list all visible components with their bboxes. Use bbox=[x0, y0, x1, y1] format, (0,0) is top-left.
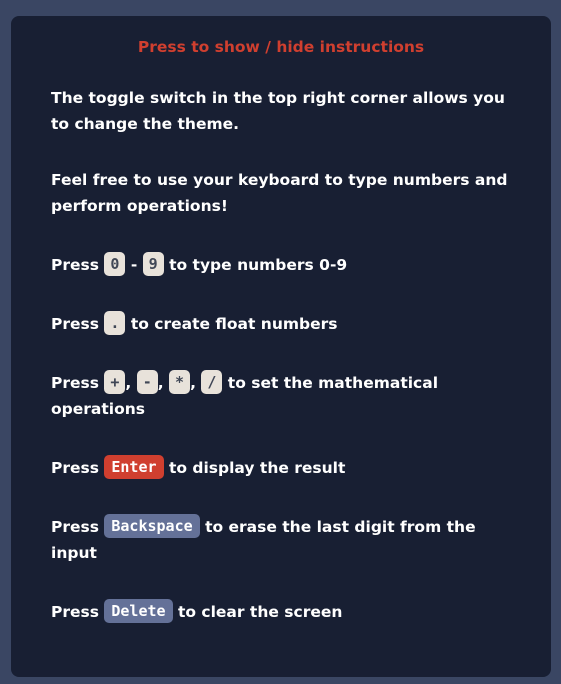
operations-instruction: Press +, -, *, / to set the mathematical… bbox=[51, 370, 511, 422]
float-text: to create float numbers bbox=[130, 315, 338, 333]
comma: , bbox=[190, 374, 196, 392]
key-9: 9 bbox=[142, 252, 164, 276]
numbers-text: to type numbers 0-9 bbox=[169, 256, 348, 274]
press-label: Press bbox=[51, 603, 99, 621]
press-label: Press bbox=[51, 256, 99, 274]
press-label: Press bbox=[51, 315, 99, 333]
key-plus: + bbox=[104, 370, 126, 394]
key-dot: . bbox=[104, 311, 126, 335]
comma: , bbox=[157, 374, 164, 392]
delete-instruction: Press Delete to clear the screen bbox=[51, 599, 511, 625]
comma: , bbox=[125, 374, 132, 392]
instructions-panel: Press to show / hide instructions The to… bbox=[11, 16, 551, 677]
enter-text: to display the result bbox=[168, 459, 346, 477]
press-label: Press bbox=[51, 374, 99, 392]
key-delete: Delete bbox=[104, 599, 173, 623]
key-backspace: Backspace bbox=[104, 514, 200, 538]
key-divide: / bbox=[201, 370, 223, 394]
enter-instruction: Press Enter to display the result bbox=[51, 455, 511, 481]
keyboard-instruction: Feel free to use your keyboard to type n… bbox=[51, 171, 508, 215]
key-0: 0 bbox=[104, 252, 126, 276]
float-instruction: Press . to create float numbers bbox=[51, 311, 511, 337]
numbers-instruction: Press 0 - 9 to type numbers 0-9 bbox=[51, 252, 511, 278]
key-enter: Enter bbox=[104, 455, 164, 479]
delete-text: to clear the screen bbox=[177, 603, 343, 621]
theme-instruction: The toggle switch in the top right corne… bbox=[51, 89, 505, 133]
backspace-instruction: Press Backspace to erase the last digit … bbox=[51, 514, 511, 566]
key-minus: - bbox=[136, 370, 158, 394]
key-multiply: * bbox=[169, 370, 191, 394]
range-dash: - bbox=[130, 256, 138, 274]
press-label: Press bbox=[51, 459, 99, 477]
toggle-instructions-button[interactable]: Press to show / hide instructions bbox=[51, 38, 511, 56]
press-label: Press bbox=[51, 518, 99, 536]
